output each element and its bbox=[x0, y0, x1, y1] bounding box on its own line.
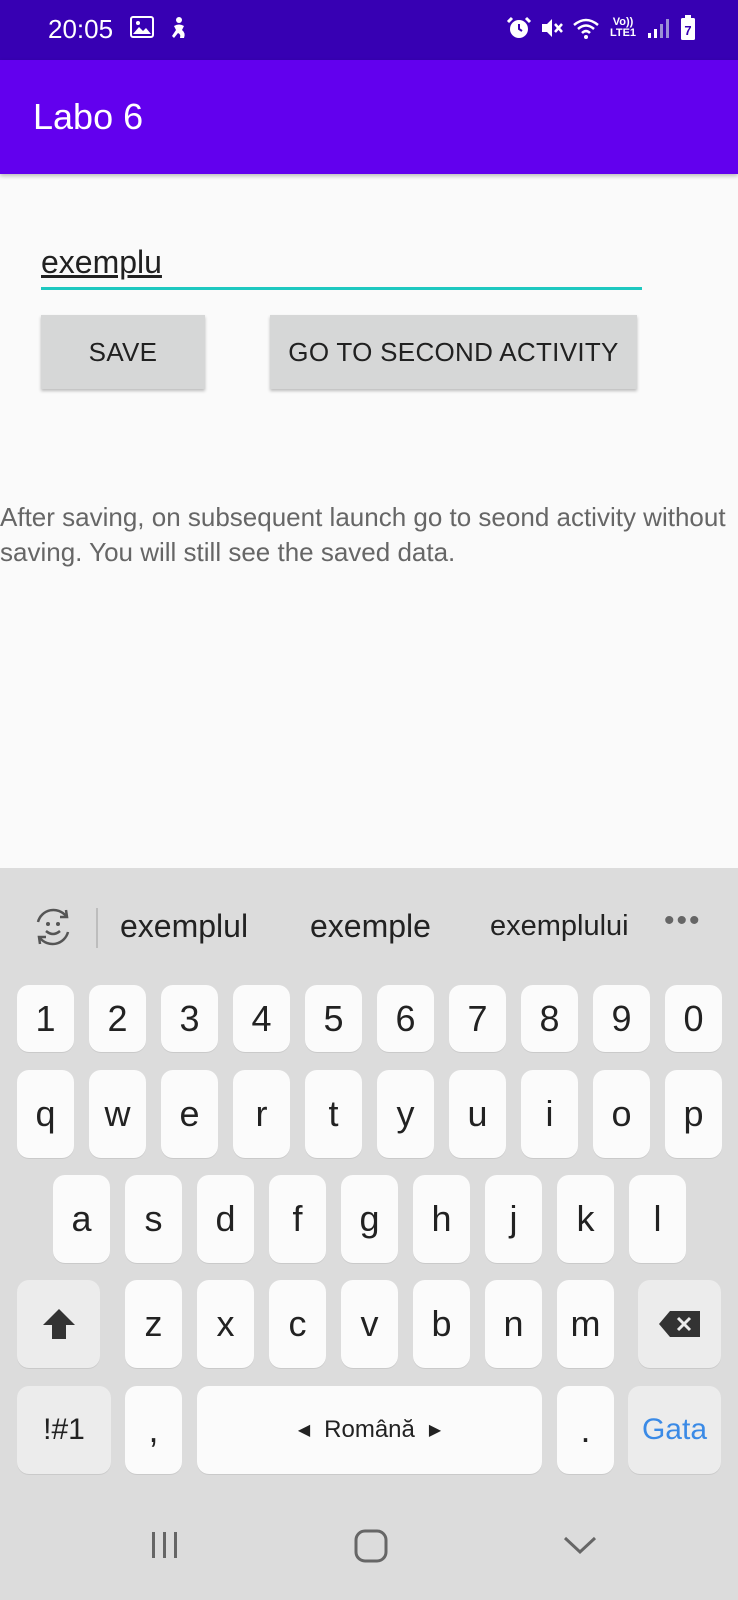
back-icon[interactable] bbox=[562, 1528, 598, 1562]
language-left-arrow-icon: ◀ bbox=[297, 1422, 311, 1439]
shift-icon bbox=[42, 1309, 75, 1339]
key-s[interactable]: s bbox=[125, 1175, 182, 1263]
suggestion-divider bbox=[96, 908, 98, 948]
key-t[interactable]: t bbox=[305, 1070, 362, 1158]
symbols-key[interactable]: !#1 bbox=[17, 1386, 111, 1474]
key-8[interactable]: 8 bbox=[521, 985, 578, 1052]
key-9[interactable]: 9 bbox=[593, 985, 650, 1052]
app-title: Labo 6 bbox=[33, 96, 144, 137]
status-bar: 20:05 Vo)) LTE1 7 bbox=[0, 0, 738, 60]
suggestion-1[interactable]: exemplul bbox=[120, 908, 248, 945]
accessibility-icon bbox=[172, 17, 185, 38]
gallery-icon bbox=[130, 16, 154, 38]
language-right-arrow-icon: ▶ bbox=[428, 1422, 442, 1439]
home-icon[interactable] bbox=[353, 1528, 389, 1564]
comma-key[interactable]: , bbox=[125, 1386, 182, 1474]
key-z[interactable]: z bbox=[125, 1280, 182, 1368]
key-3[interactable]: 3 bbox=[161, 985, 218, 1052]
status-system-icons: Vo)) LTE1 7 bbox=[506, 15, 696, 41]
key-4[interactable]: 4 bbox=[233, 985, 290, 1052]
key-v[interactable]: v bbox=[341, 1280, 398, 1368]
key-1[interactable]: 1 bbox=[17, 985, 74, 1052]
key-r[interactable]: r bbox=[233, 1070, 290, 1158]
save-button[interactable]: SAVE bbox=[41, 315, 205, 389]
key-b[interactable]: b bbox=[413, 1280, 470, 1368]
key-f[interactable]: f bbox=[269, 1175, 326, 1263]
space-key[interactable]: ◀ Română ▶ bbox=[197, 1386, 542, 1474]
wifi-icon bbox=[573, 18, 599, 39]
key-p[interactable]: p bbox=[665, 1070, 722, 1158]
key-l[interactable]: l bbox=[629, 1175, 686, 1263]
app-bar: Labo 6 bbox=[0, 60, 738, 174]
key-a[interactable]: a bbox=[53, 1175, 110, 1263]
recent-apps-icon[interactable] bbox=[148, 1528, 182, 1562]
svg-text:7: 7 bbox=[684, 23, 691, 38]
navigation-bar bbox=[0, 1500, 738, 1600]
period-key[interactable]: . bbox=[557, 1386, 614, 1474]
key-5[interactable]: 5 bbox=[305, 985, 362, 1052]
key-k[interactable]: k bbox=[557, 1175, 614, 1263]
status-time: 20:05 bbox=[48, 14, 114, 44]
key-u[interactable]: u bbox=[449, 1070, 506, 1158]
backspace-key[interactable] bbox=[638, 1280, 721, 1368]
soft-keyboard: exemplul exemple exemplului ••• 1 2 3 4 … bbox=[0, 868, 738, 1600]
key-m[interactable]: m bbox=[557, 1280, 614, 1368]
keyboard-emoji-refresh-icon[interactable] bbox=[30, 904, 76, 950]
key-e[interactable]: e bbox=[161, 1070, 218, 1158]
backspace-icon bbox=[658, 1311, 700, 1337]
key-x[interactable]: x bbox=[197, 1280, 254, 1368]
key-2[interactable]: 2 bbox=[89, 985, 146, 1052]
alarm-icon bbox=[506, 16, 532, 38]
shift-key[interactable] bbox=[17, 1280, 100, 1368]
status-notification-icons bbox=[130, 16, 190, 40]
suggestion-3[interactable]: exemplului bbox=[490, 910, 629, 943]
text-input[interactable] bbox=[41, 238, 642, 290]
key-6[interactable]: 6 bbox=[377, 985, 434, 1052]
suggestion-bar: exemplul exemple exemplului ••• bbox=[0, 868, 738, 980]
key-y[interactable]: y bbox=[377, 1070, 434, 1158]
key-j[interactable]: j bbox=[485, 1175, 542, 1263]
signal-icon bbox=[648, 19, 669, 38]
key-n[interactable]: n bbox=[485, 1280, 542, 1368]
go-to-second-activity-button[interactable]: GO TO SECOND ACTIVITY bbox=[270, 315, 637, 389]
key-i[interactable]: i bbox=[521, 1070, 578, 1158]
network-type-label: Vo)) LTE1 bbox=[609, 16, 637, 39]
battery-icon: 7 bbox=[681, 15, 695, 40]
mute-icon bbox=[542, 19, 563, 37]
key-g[interactable]: g bbox=[341, 1175, 398, 1263]
key-o[interactable]: o bbox=[593, 1070, 650, 1158]
key-d[interactable]: d bbox=[197, 1175, 254, 1263]
key-h[interactable]: h bbox=[413, 1175, 470, 1263]
key-q[interactable]: q bbox=[17, 1070, 74, 1158]
key-c[interactable]: c bbox=[269, 1280, 326, 1368]
space-language-label: Română bbox=[324, 1416, 415, 1443]
suggestion-2[interactable]: exemple bbox=[310, 908, 431, 945]
helper-text: After saving, on subsequent launch go to… bbox=[0, 502, 726, 567]
done-key[interactable]: Gata bbox=[628, 1386, 721, 1474]
key-7[interactable]: 7 bbox=[449, 985, 506, 1052]
key-0[interactable]: 0 bbox=[665, 985, 722, 1052]
key-w[interactable]: w bbox=[89, 1070, 146, 1158]
more-options-icon[interactable]: ••• bbox=[664, 904, 702, 938]
